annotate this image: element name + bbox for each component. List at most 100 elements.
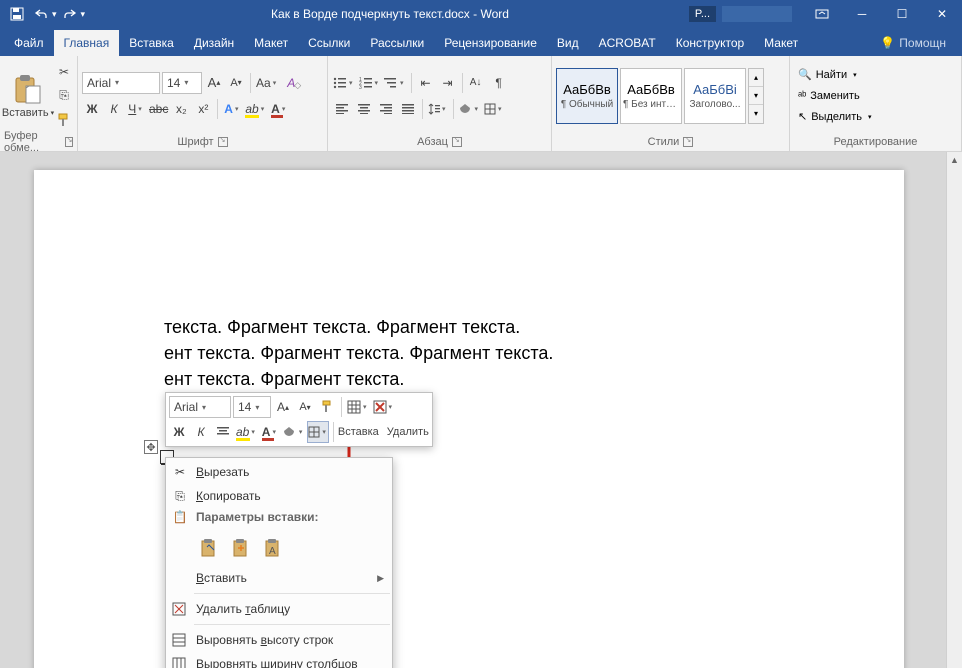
- tab-view[interactable]: Вид: [547, 30, 589, 56]
- strikethrough-button[interactable]: abc: [148, 98, 169, 120]
- mini-bold[interactable]: Ж: [169, 421, 189, 443]
- table-move-handle[interactable]: ✥: [144, 440, 158, 454]
- text-effects-button[interactable]: A▾: [222, 98, 242, 120]
- justify-button[interactable]: [398, 98, 418, 120]
- maximize-button[interactable]: ☐: [882, 0, 922, 28]
- decrease-indent-button[interactable]: ⇤: [416, 72, 436, 94]
- tell-me-box[interactable]: 💡 Помощн: [864, 30, 962, 56]
- style-no-spacing[interactable]: АаБбВв ¶ Без инте...: [620, 68, 682, 124]
- bullets-button[interactable]: ▾: [332, 72, 356, 94]
- cm-distribute-cols[interactable]: Выровнять ширину столбцов: [166, 652, 392, 668]
- mini-highlight[interactable]: ab▾: [235, 421, 258, 443]
- font-name-combo[interactable]: Arial▾: [82, 72, 160, 94]
- paste-text-only[interactable]: A: [260, 535, 286, 561]
- borders-button[interactable]: ▾: [483, 98, 505, 120]
- multilevel-list-button[interactable]: ▾: [383, 72, 407, 94]
- tab-acrobat[interactable]: ACROBAT: [589, 30, 666, 56]
- underline-button[interactable]: Ч▾: [126, 98, 146, 120]
- font-size-combo[interactable]: 14▾: [162, 72, 202, 94]
- mini-grow-font[interactable]: A▴: [273, 396, 293, 418]
- tab-file[interactable]: Файл: [4, 30, 54, 56]
- vertical-scrollbar[interactable]: ▲: [946, 152, 962, 668]
- styles-group-label: Стили: [648, 136, 680, 148]
- subscript-button[interactable]: x₂: [171, 98, 191, 120]
- minimize-button[interactable]: ─: [842, 0, 882, 28]
- mini-font-color[interactable]: A▾: [260, 421, 280, 443]
- bold-button[interactable]: Ж: [82, 98, 102, 120]
- tab-layout2[interactable]: Макет: [754, 30, 808, 56]
- delete-table-icon: [172, 602, 188, 616]
- cut-button[interactable]: ✂: [54, 61, 74, 83]
- italic-button[interactable]: К: [104, 98, 124, 120]
- undo-dropdown-icon[interactable]: ▾: [52, 9, 57, 20]
- document-text[interactable]: текста. Фрагмент текста. Фрагмент текста…: [164, 314, 553, 392]
- align-left-button[interactable]: [332, 98, 352, 120]
- pinned-badge[interactable]: P...: [689, 6, 716, 22]
- ribbon-options-button[interactable]: [802, 0, 842, 28]
- superscript-button[interactable]: x²: [193, 98, 213, 120]
- undo-button[interactable]: [30, 3, 52, 25]
- styles-launcher[interactable]: [683, 137, 693, 147]
- align-center-button[interactable]: [354, 98, 374, 120]
- clipboard-launcher[interactable]: [65, 137, 73, 147]
- close-button[interactable]: ✕: [922, 0, 962, 28]
- mini-delete-label[interactable]: Удалить: [387, 426, 429, 438]
- mini-italic[interactable]: К: [191, 421, 211, 443]
- cm-delete-table[interactable]: Удалить таблицу: [166, 597, 392, 621]
- tab-review[interactable]: Рецензирование: [434, 30, 547, 56]
- numbering-button[interactable]: 123▾: [358, 72, 382, 94]
- tab-references[interactable]: Ссылки: [298, 30, 360, 56]
- ribbon-tabs: Файл Главная Вставка Дизайн Макет Ссылки…: [0, 28, 962, 56]
- cm-distribute-rows[interactable]: Выровнять высоту строк: [166, 628, 392, 652]
- mini-borders[interactable]: ▾: [307, 421, 329, 443]
- mini-align[interactable]: [213, 421, 233, 443]
- mini-insert-table[interactable]: ▾: [346, 396, 370, 418]
- show-marks-button[interactable]: ¶: [489, 72, 509, 94]
- qat-customize-icon[interactable]: ▾: [81, 9, 86, 20]
- shrink-font-button[interactable]: A▾: [226, 72, 246, 94]
- sort-button[interactable]: A↓: [467, 72, 487, 94]
- change-case-button[interactable]: Aa▾: [255, 72, 279, 94]
- cm-paste[interactable]: Вставить▶: [166, 566, 392, 590]
- paste-button[interactable]: Вставить▾: [4, 71, 52, 121]
- find-button[interactable]: 🔍Найти▾: [794, 65, 875, 85]
- mini-delete-table[interactable]: ▾: [372, 396, 396, 418]
- font-color-button[interactable]: A▾: [269, 98, 289, 120]
- highlight-button[interactable]: ab▾: [244, 98, 267, 120]
- shading-button[interactable]: ▾: [458, 98, 482, 120]
- tab-insert[interactable]: Вставка: [119, 30, 184, 56]
- styles-scroll[interactable]: ▴▾▾: [748, 68, 764, 124]
- mini-shrink-font[interactable]: A▾: [295, 396, 315, 418]
- tab-home[interactable]: Главная: [54, 30, 120, 56]
- copy-button[interactable]: ⎘: [54, 85, 74, 107]
- paste-merge[interactable]: [228, 535, 254, 561]
- paragraph-launcher[interactable]: [452, 137, 462, 147]
- grow-font-button[interactable]: A▴: [204, 72, 224, 94]
- font-launcher[interactable]: [218, 137, 228, 147]
- cm-copy[interactable]: ⎘Копировать: [166, 484, 392, 508]
- paste-keep-source[interactable]: [196, 535, 222, 561]
- redo-button[interactable]: [59, 3, 81, 25]
- align-right-button[interactable]: [376, 98, 396, 120]
- mini-insert-label[interactable]: Вставка: [338, 426, 379, 438]
- tab-mailings[interactable]: Рассылки: [360, 30, 434, 56]
- tab-design[interactable]: Дизайн: [184, 30, 244, 56]
- replace-button[interactable]: ᵃᵇЗаменить: [794, 86, 875, 106]
- style-normal[interactable]: АаБбВв ¶ Обычный: [556, 68, 618, 124]
- format-painter-button[interactable]: [54, 109, 74, 131]
- save-button[interactable]: [6, 3, 28, 25]
- mini-font-combo[interactable]: Arial▾: [169, 396, 231, 418]
- cm-cut[interactable]: ✂Вырезать: [166, 460, 392, 484]
- tab-layout[interactable]: Макет: [244, 30, 298, 56]
- replace-icon: ᵃᵇ: [798, 90, 806, 102]
- mini-size-combo[interactable]: 14▾: [233, 396, 271, 418]
- mini-shading[interactable]: ▾: [282, 421, 306, 443]
- tab-constructor[interactable]: Конструктор: [666, 30, 754, 56]
- line-spacing-button[interactable]: ▾: [427, 98, 449, 120]
- mini-format-painter[interactable]: [317, 396, 337, 418]
- scroll-up-icon[interactable]: ▲: [947, 152, 962, 168]
- select-button[interactable]: ↖Выделить▾: [794, 107, 875, 127]
- style-heading1[interactable]: АаБбВі Заголово...: [684, 68, 746, 124]
- clear-formatting-button[interactable]: A◇: [281, 72, 301, 94]
- increase-indent-button[interactable]: ⇥: [438, 72, 458, 94]
